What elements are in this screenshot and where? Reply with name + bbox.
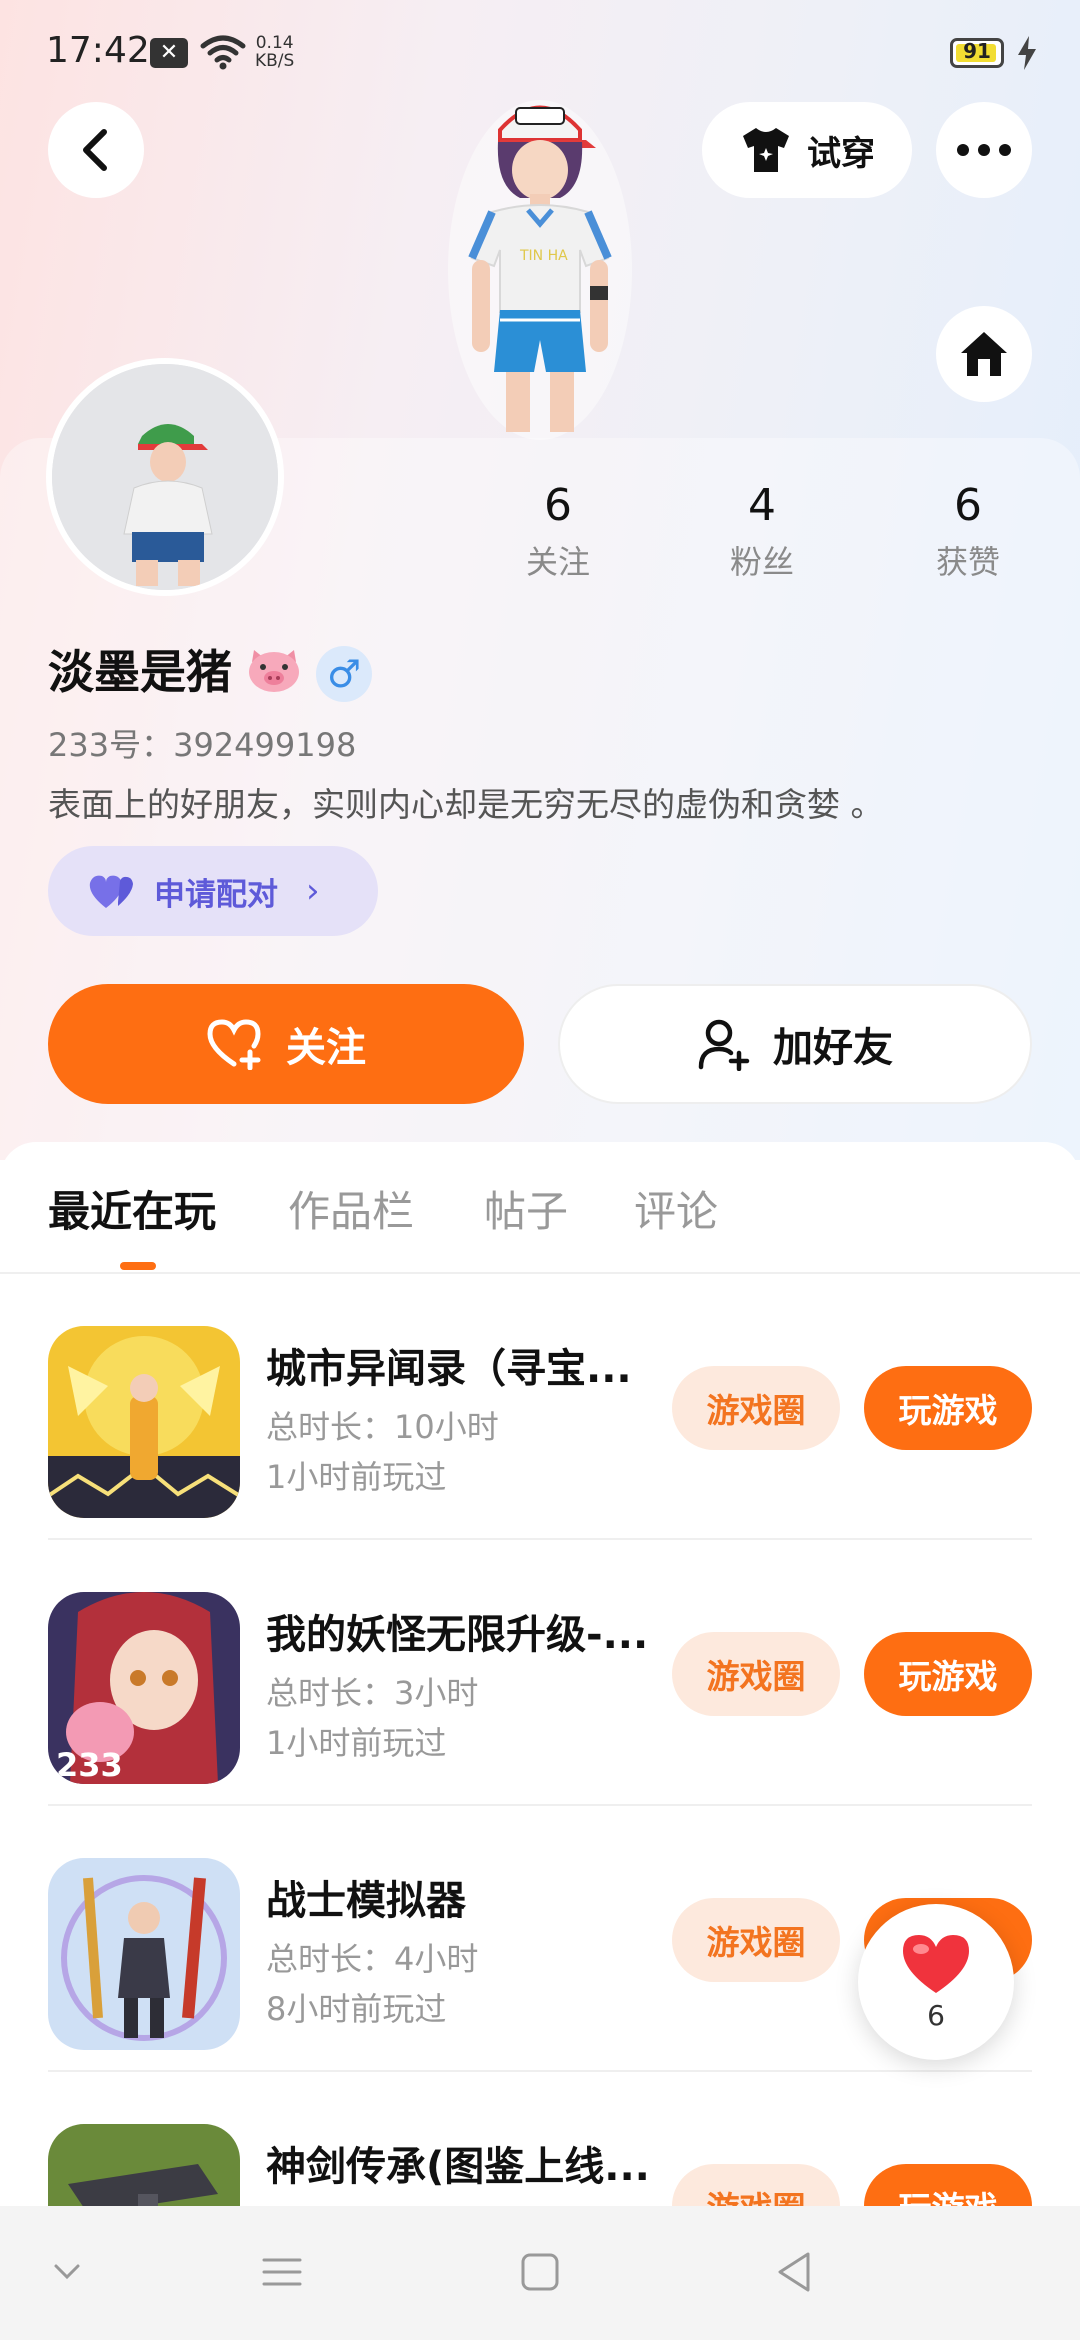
battery-level: 91 — [963, 39, 991, 63]
like-float-button[interactable]: 6 — [858, 1904, 1014, 2060]
game-icon[interactable] — [48, 1326, 240, 1518]
shirt-icon — [743, 128, 789, 172]
back-arrow-icon — [83, 129, 107, 171]
game-duration: 总时长：10小时 — [266, 1408, 499, 1446]
tab-indicator — [120, 1262, 156, 1270]
user-bio: 表面上的好朋友，实则内心却是无穷无尽的虚伪和贪婪 。 — [48, 785, 884, 824]
game-circle-button[interactable]: 游戏圈 — [672, 1632, 840, 1716]
net-speed-value: 0.14 — [255, 33, 294, 53]
avatar-image — [52, 364, 278, 590]
game-last-played: 1小时前玩过 — [266, 1724, 447, 1762]
nav-menu-icon[interactable] — [262, 2250, 302, 2294]
add-friend-label: 加好友 — [773, 1025, 893, 1071]
follow-button[interactable]: 关注 — [48, 984, 524, 1104]
like-count: 6 — [927, 1998, 945, 2032]
paired-hearts-icon — [89, 875, 133, 908]
game-last-played: 8小时前玩过 — [266, 1990, 447, 2028]
play-game-button[interactable]: 玩游戏 — [864, 1366, 1032, 1450]
game-circle-button[interactable]: 游戏圈 — [672, 1366, 840, 1450]
heart-icon — [903, 1934, 969, 1993]
gender-male-icon: ♂ — [316, 646, 372, 702]
status-bar: 17:42 ✕ 0.14 KB/S 91 — [0, 0, 1080, 100]
followers-count: 4 — [748, 480, 776, 531]
more-dots-icon — [957, 144, 1011, 156]
chevron-right-icon: › — [306, 871, 320, 911]
back-button[interactable] — [48, 102, 144, 198]
tab-recently-played[interactable]: 最近在玩 — [48, 1178, 216, 1239]
game-duration: 总时长：3小时 — [266, 1674, 479, 1712]
game-duration: 总时长：4小时 — [266, 1940, 479, 1978]
nav-home-icon[interactable] — [520, 2250, 560, 2294]
following-label: 关注 — [525, 543, 590, 581]
game-icon[interactable] — [48, 1858, 240, 2050]
profile-tabs: 最近在玩 作品栏 帖子 评论 — [0, 1142, 1080, 1274]
game-circle-button[interactable]: 游戏圈 — [672, 1898, 840, 1982]
follow-label: 关注 — [286, 1025, 366, 1071]
likes-stat[interactable]: 6 获赞 — [888, 480, 1048, 583]
followers-stat[interactable]: 4 粉丝 — [682, 480, 842, 583]
game-last-played: 1小时前玩过 — [266, 1458, 447, 1496]
nav-back-icon[interactable] — [774, 2250, 814, 2294]
game-title: 神剑传承(图鉴上线... — [266, 2144, 650, 2190]
battery-icon: 91 — [950, 38, 1004, 68]
no-sim-icon: ✕ — [150, 38, 188, 68]
net-speed: 0.14 KB/S — [255, 34, 294, 70]
game-title: 战士模拟器 — [266, 1878, 466, 1924]
avatar[interactable] — [46, 358, 284, 596]
heart-plus-icon — [207, 1019, 261, 1070]
game-icon[interactable]: 233 — [48, 1592, 240, 1784]
following-count: 6 — [544, 480, 572, 531]
add-friend-button[interactable]: 加好友 — [558, 984, 1032, 1104]
svg-text:TIN HA: TIN HA — [519, 248, 568, 264]
charging-icon — [1018, 36, 1036, 70]
user-id[interactable]: 233号：392499198 — [48, 720, 356, 766]
likes-label: 获赞 — [935, 543, 1000, 581]
nickname: 淡墨是猪 — [48, 636, 302, 702]
wifi-icon — [200, 35, 246, 70]
pig-emoji-icon — [249, 650, 299, 692]
play-game-button[interactable]: 玩游戏 — [864, 1632, 1032, 1716]
tab-posts[interactable]: 帖子 — [484, 1178, 568, 1239]
home-icon — [961, 332, 1007, 376]
system-nav-bar — [0, 2206, 1080, 2340]
following-stat[interactable]: 6 关注 — [478, 480, 638, 583]
request-pair-label: 申请配对 — [154, 876, 278, 913]
tab-works[interactable]: 作品栏 — [288, 1178, 414, 1239]
request-pair-button[interactable]: 申请配对 › — [48, 846, 378, 936]
followers-label: 粉丝 — [729, 543, 794, 581]
game-row[interactable]: 233 我的妖怪无限升级-... 总时长：3小时 1小时前玩过 游戏圈 玩游戏 — [48, 1540, 1032, 1806]
game-row[interactable]: 城市异闻录（寻宝... 总时长：10小时 1小时前玩过 游戏圈 玩游戏 — [48, 1274, 1032, 1540]
home-button[interactable] — [936, 306, 1032, 402]
nickname-text: 淡墨是猪 — [48, 645, 232, 699]
try-on-label: 试穿 — [807, 133, 875, 174]
net-speed-unit: KB/S — [255, 51, 295, 71]
game-title: 我的妖怪无限升级-... — [266, 1612, 649, 1658]
tab-comments[interactable]: 评论 — [634, 1178, 718, 1239]
try-on-button[interactable]: 试穿 — [702, 102, 912, 198]
nav-collapse-icon[interactable] — [52, 2250, 82, 2294]
likes-count: 6 — [954, 480, 982, 531]
more-button[interactable] — [936, 102, 1032, 198]
avatar-3d-figure[interactable]: TIN HA — [420, 90, 660, 440]
game-title: 城市异闻录（寻宝... — [266, 1346, 632, 1392]
add-user-icon — [698, 1019, 750, 1071]
status-time: 17:42 — [46, 30, 150, 71]
svg-text:233: 233 — [56, 1746, 123, 1784]
